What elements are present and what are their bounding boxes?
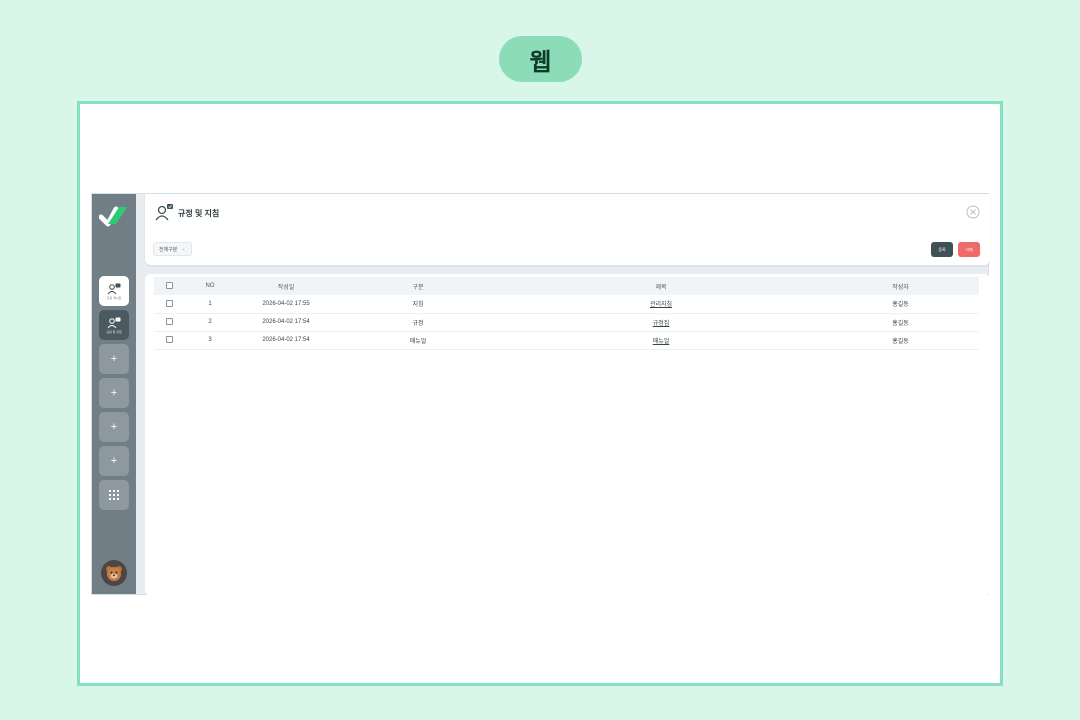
row-checkbox-cell xyxy=(154,295,184,314)
row-checkbox[interactable] xyxy=(165,300,173,308)
user-board-icon xyxy=(107,283,121,294)
sidebar-item-rules-guidelines[interactable]: 규정 및 지침 xyxy=(99,310,129,340)
row-title-link[interactable]: 매뉴얼 xyxy=(653,339,670,345)
sidebar-add-button[interactable]: + xyxy=(99,344,129,374)
plus-icon: + xyxy=(110,353,118,365)
row-no: 1 xyxy=(184,295,236,314)
row-type: 규정 xyxy=(336,313,500,332)
sidebar-grid-button[interactable] xyxy=(99,480,129,510)
register-button[interactable]: 등록 xyxy=(931,242,953,257)
app-window: 규정 게시판 규정 및 지침 + + + + 규정 및 지침 전체구분 ⌄ 등록… xyxy=(91,193,990,596)
row-date: 2026-04-02 17:54 xyxy=(236,313,336,332)
column-header: NO xyxy=(184,277,236,295)
category-filter-select[interactable]: 전체구분 ⌄ xyxy=(153,242,192,256)
row-checkbox-cell xyxy=(154,313,184,332)
user-board-icon xyxy=(155,204,173,221)
table-header-row: NO 작성일 구분 제목 작성자 xyxy=(154,277,979,295)
row-date: 2026-04-02 17:55 xyxy=(236,295,336,314)
check-logo-icon xyxy=(99,206,127,227)
bear-avatar-icon xyxy=(106,566,122,581)
row-author: 홍길동 xyxy=(822,313,979,332)
table-row[interactable]: 1 2026-04-02 17:55 지침 관리지침 홍길동 xyxy=(154,295,979,314)
user-board-icon xyxy=(107,317,121,328)
row-checkbox[interactable] xyxy=(165,336,173,344)
row-checkbox-cell xyxy=(154,331,184,350)
sidebar-item-rules-board[interactable]: 규정 게시판 xyxy=(99,276,129,306)
sidebar-add-button[interactable]: + xyxy=(99,446,129,476)
delete-button[interactable]: 삭제 xyxy=(958,242,980,257)
row-type: 지침 xyxy=(336,295,500,314)
select-all-header xyxy=(154,277,184,295)
sidebar-add-button[interactable]: + xyxy=(99,378,129,408)
row-title-cell: 규정집 xyxy=(500,313,822,332)
grid-icon xyxy=(109,490,119,500)
table-card: NO 작성일 구분 제목 작성자 1 2026-04-02 17:55 지침 관… xyxy=(145,274,990,596)
row-title-cell: 매뉴얼 xyxy=(500,331,822,350)
column-header: 제목 xyxy=(500,277,822,295)
sidebar-item-label: 규정 및 지침 xyxy=(106,329,122,334)
row-author: 홍길동 xyxy=(822,295,979,314)
plus-icon: + xyxy=(110,421,118,433)
row-author: 홍길동 xyxy=(822,331,979,350)
close-icon[interactable] xyxy=(966,205,980,219)
plus-icon: + xyxy=(110,455,118,467)
row-date: 2026-04-02 17:54 xyxy=(236,331,336,350)
chevron-down-icon: ⌄ xyxy=(181,246,186,252)
column-header: 구분 xyxy=(336,277,500,295)
sidebar-item-label: 규정 게시판 xyxy=(106,295,122,300)
table-row[interactable]: 3 2026-04-02 17:54 매뉴얼 매뉴얼 홍길동 xyxy=(154,331,979,350)
column-header: 작성일 xyxy=(236,277,336,295)
row-type: 매뉴얼 xyxy=(336,331,500,350)
web-label-pill: 웹 xyxy=(499,36,582,82)
row-no: 3 xyxy=(184,331,236,350)
rules-table: NO 작성일 구분 제목 작성자 1 2026-04-02 17:55 지침 관… xyxy=(154,277,979,350)
header-card: 규정 및 지침 전체구분 ⌄ 등록 삭제 xyxy=(145,194,990,265)
row-title-link[interactable]: 관리지침 xyxy=(650,302,672,308)
plus-icon: + xyxy=(110,387,118,399)
row-no: 2 xyxy=(184,313,236,332)
avatar[interactable] xyxy=(101,560,127,586)
sidebar-add-button[interactable]: + xyxy=(99,412,129,442)
select-all-checkbox[interactable] xyxy=(165,282,173,290)
column-header: 작성자 xyxy=(822,277,979,295)
sidebar: 규정 게시판 규정 및 지침 + + + + xyxy=(92,194,136,594)
table-row[interactable]: 2 2026-04-02 17:54 규정 규정집 홍길동 xyxy=(154,313,979,332)
row-title-link[interactable]: 규정집 xyxy=(653,321,670,327)
row-title-cell: 관리지침 xyxy=(500,295,822,314)
page-title: 규정 및 지침 xyxy=(178,209,220,218)
filter-label: 전체구분 xyxy=(159,246,178,253)
row-checkbox[interactable] xyxy=(165,318,173,326)
